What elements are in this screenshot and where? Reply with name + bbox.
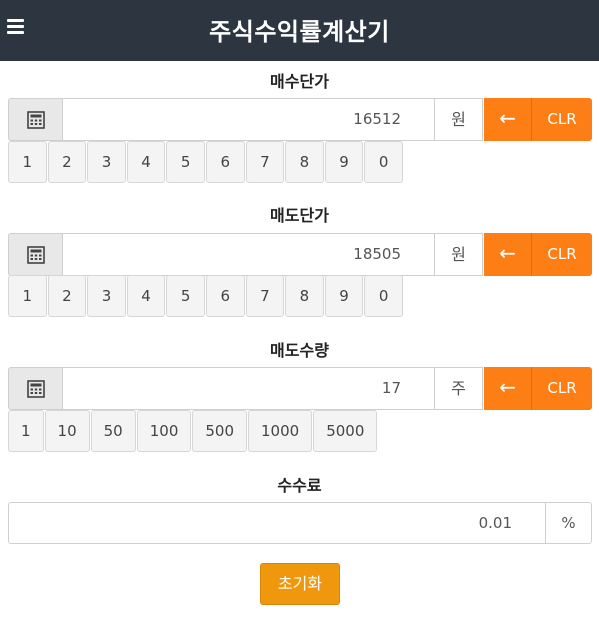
buy-key[interactable]: 8 xyxy=(285,141,324,183)
buy-key[interactable]: 7 xyxy=(245,141,285,183)
sell-key[interactable]: 7 xyxy=(245,275,285,317)
qty-key[interactable]: 100 xyxy=(136,410,192,452)
sell-qty-clear-button[interactable]: CLR xyxy=(532,367,592,410)
buy-price-row: 16512 원 ← CLR xyxy=(8,98,592,141)
fee-unit: % xyxy=(545,502,592,544)
buy-key[interactable]: 3 xyxy=(87,141,126,183)
sell-price-clear-button[interactable]: CLR xyxy=(532,233,592,276)
reset-button[interactable]: 초기화 xyxy=(260,563,340,605)
app-header: 주식수익률계산기 xyxy=(0,0,599,61)
sell-key[interactable]: 0 xyxy=(364,275,403,317)
sell-price-label: 매도단가 xyxy=(270,206,329,225)
fee-input[interactable]: 0.01 xyxy=(8,502,546,544)
buy-key[interactable]: 4 xyxy=(126,141,166,183)
sell-key[interactable]: 9 xyxy=(324,275,364,317)
buy-price-label: 매수단가 xyxy=(270,72,329,91)
qty-key[interactable]: 50 xyxy=(90,410,136,452)
sell-price-row: 18505 원 ← CLR xyxy=(8,233,592,276)
calculator-icon[interactable] xyxy=(8,98,63,141)
buy-price-clear-button[interactable]: CLR xyxy=(532,98,592,141)
sell-key[interactable]: 5 xyxy=(166,275,205,317)
sell-price-backspace-button[interactable]: ← xyxy=(484,233,532,276)
fee-row: 0.01 % xyxy=(8,502,592,544)
fee-label: 수수료 xyxy=(277,476,322,495)
buy-key[interactable]: 6 xyxy=(205,141,245,183)
qty-key[interactable]: 5000 xyxy=(313,410,378,452)
calculator-icon[interactable] xyxy=(8,367,63,410)
sell-key[interactable]: 4 xyxy=(126,275,166,317)
qty-key[interactable]: 500 xyxy=(192,410,248,452)
calculator-icon[interactable] xyxy=(8,233,63,276)
buy-price-keypad: 1 2 3 4 5 6 7 8 9 0 xyxy=(8,141,404,183)
sell-key[interactable]: 3 xyxy=(87,275,126,317)
sell-key[interactable]: 1 xyxy=(8,275,47,317)
sell-price-keypad: 1 2 3 4 5 6 7 8 9 0 xyxy=(8,275,404,317)
sell-key[interactable]: 8 xyxy=(285,275,324,317)
sell-key[interactable]: 2 xyxy=(47,275,87,317)
sell-qty-label: 매도수량 xyxy=(270,341,329,360)
buy-key[interactable]: 5 xyxy=(166,141,205,183)
sell-qty-keypad: 1 10 50 100 500 1000 5000 xyxy=(8,410,378,452)
qty-key[interactable]: 1000 xyxy=(248,410,313,452)
buy-key[interactable]: 9 xyxy=(324,141,364,183)
sell-qty-unit: 주 xyxy=(434,367,483,410)
buy-key[interactable]: 0 xyxy=(364,141,403,183)
sell-key[interactable]: 6 xyxy=(205,275,245,317)
buy-key[interactable]: 2 xyxy=(47,141,87,183)
sell-price-input[interactable]: 18505 xyxy=(62,233,435,276)
qty-key[interactable]: 10 xyxy=(44,410,90,452)
buy-key[interactable]: 1 xyxy=(8,141,47,183)
sell-price-unit: 원 xyxy=(434,233,483,276)
buy-price-backspace-button[interactable]: ← xyxy=(484,98,532,141)
buy-price-input[interactable]: 16512 xyxy=(62,98,435,141)
buy-price-unit: 원 xyxy=(434,98,483,141)
sell-qty-row: 17 주 ← CLR xyxy=(8,367,592,410)
qty-key[interactable]: 1 xyxy=(8,410,44,452)
sell-qty-backspace-button[interactable]: ← xyxy=(484,367,532,410)
page-title: 주식수익률계산기 xyxy=(209,18,390,46)
sell-qty-input[interactable]: 17 xyxy=(62,367,435,410)
